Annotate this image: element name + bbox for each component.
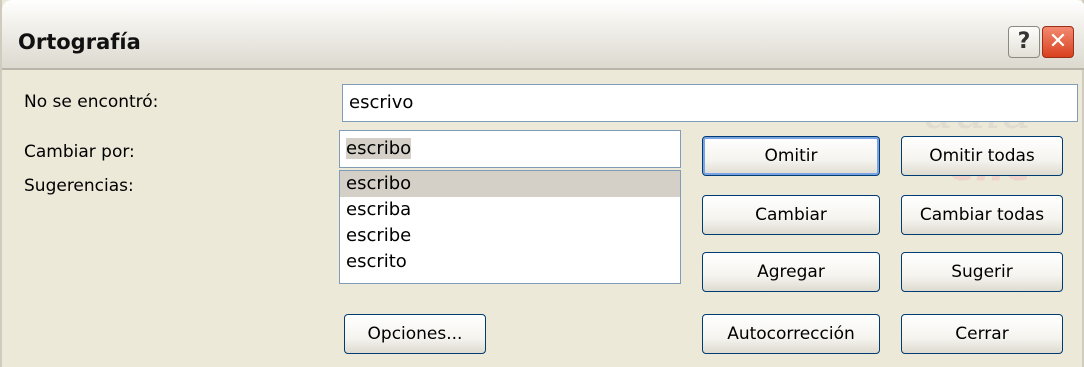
not-found-field[interactable]: escrivo — [342, 84, 1078, 122]
autocorrect-button[interactable]: Autocorrección — [702, 314, 880, 354]
not-found-label: No se encontró: — [24, 92, 159, 112]
not-found-value: escrivo — [349, 92, 414, 113]
change-to-input[interactable]: escribo — [339, 130, 681, 168]
change-all-button[interactable]: Cambiar todas — [901, 195, 1063, 235]
close-icon: ✕ — [1048, 29, 1068, 54]
help-icon: ? — [1017, 29, 1031, 54]
change-button[interactable]: Cambiar — [702, 195, 880, 235]
suggestions-list[interactable]: escribo escriba escribe escrito — [339, 170, 681, 284]
suggestions-label: Sugerencias: — [24, 176, 134, 196]
omit-button[interactable]: Omitir — [702, 136, 880, 176]
help-button[interactable]: ? — [1008, 26, 1040, 58]
list-item[interactable]: escribe — [340, 223, 680, 249]
close-dialog-button[interactable]: Cerrar — [901, 314, 1063, 354]
change-to-value: escribo — [346, 138, 412, 159]
window-title: Ortografía — [18, 30, 141, 54]
change-to-label: Cambiar por: — [24, 142, 135, 162]
list-item[interactable]: escribo — [340, 171, 680, 197]
list-item[interactable]: escrito — [340, 249, 680, 275]
options-button[interactable]: Opciones... — [344, 314, 486, 354]
add-button[interactable]: Agregar — [702, 252, 880, 292]
title-bar[interactable]: Ortografía ? ✕ — [2, 0, 1084, 70]
omit-all-button[interactable]: Omitir todas — [901, 136, 1063, 176]
dialog-body: aula clic No se encontró: escrivo Cambia… — [4, 70, 1082, 367]
spelling-dialog: Ortografía ? ✕ aula clic No se encontró:… — [0, 0, 1084, 367]
list-item[interactable]: escriba — [340, 197, 680, 223]
suggest-button[interactable]: Sugerir — [901, 252, 1063, 292]
close-button[interactable]: ✕ — [1042, 26, 1074, 58]
